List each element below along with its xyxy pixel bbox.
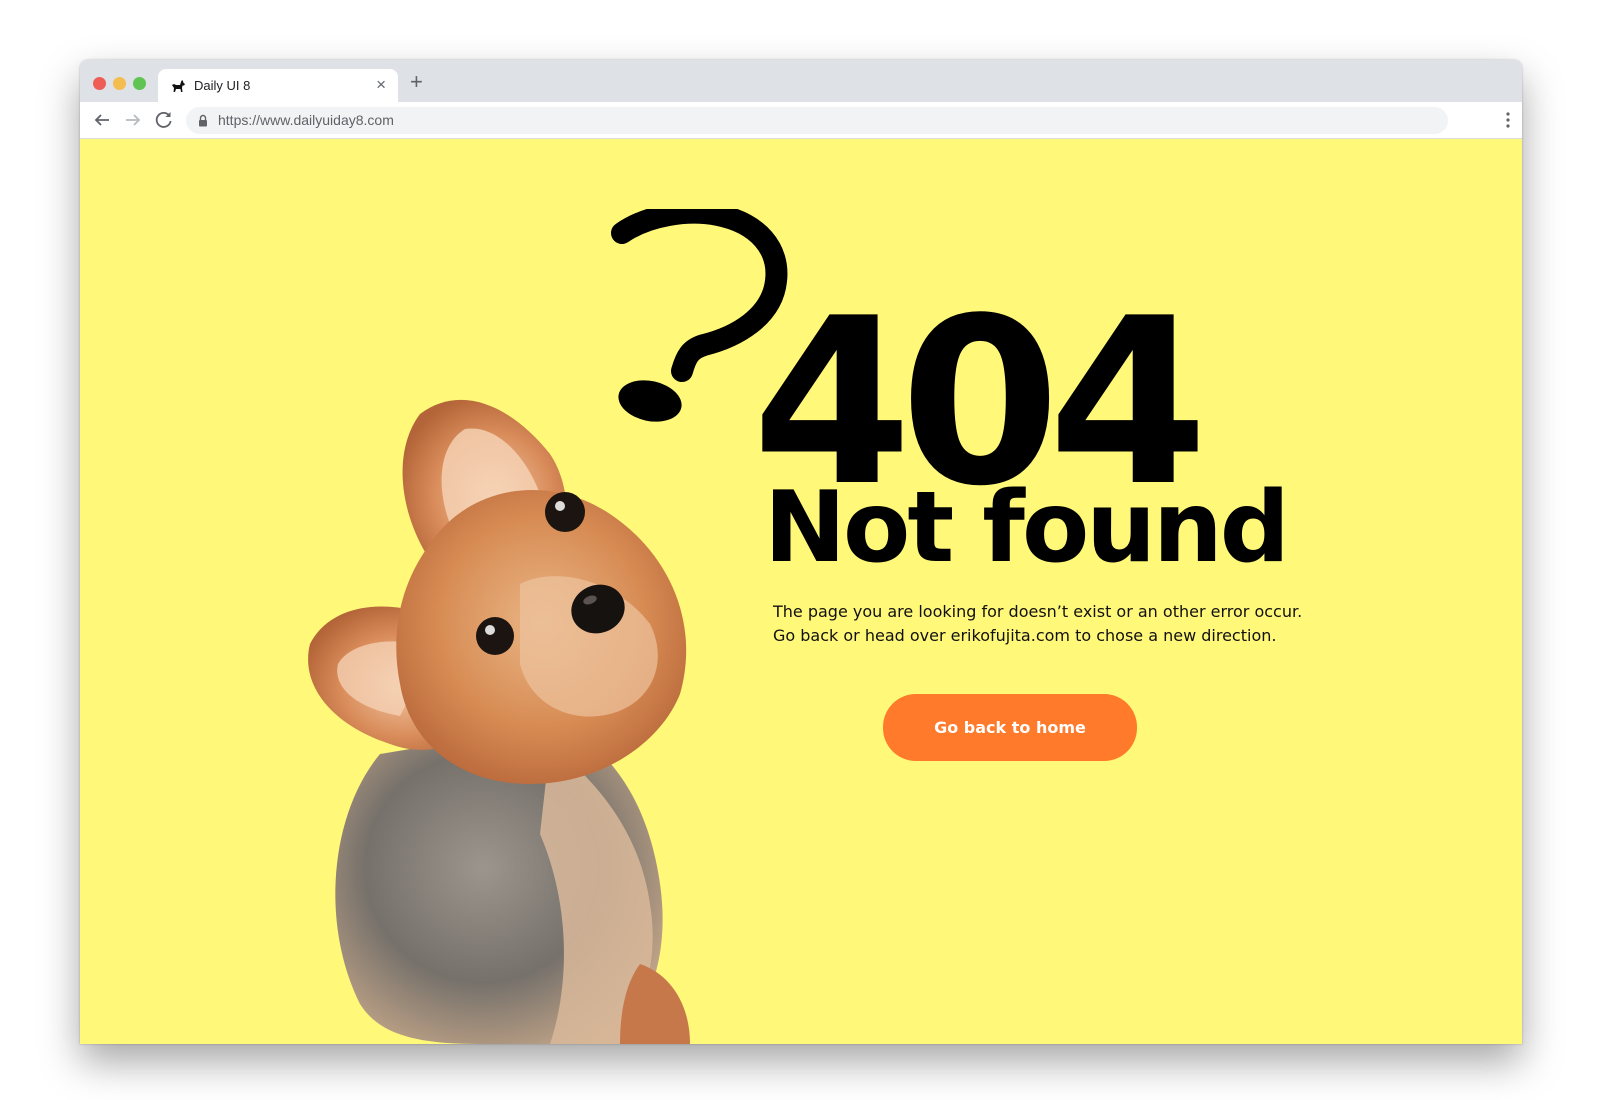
close-window-button[interactable] [93, 77, 106, 90]
lock-icon [199, 114, 207, 127]
arrow-left-icon[interactable] [90, 108, 114, 132]
browser-window: Daily UI 8 × + https://www.dailyuiday8.c… [80, 60, 1522, 1044]
tab-daily-ui-8[interactable]: Daily UI 8 × [158, 69, 398, 102]
url-text: https://www.dailyuiday8.com [218, 112, 394, 128]
dog-icon [172, 80, 185, 92]
message-line: The page you are looking for doesn’t exi… [773, 602, 1303, 621]
error-message: The page you are looking for doesn’t exi… [773, 600, 1333, 648]
reload-icon[interactable] [152, 108, 176, 132]
page-title: Not found [764, 471, 1290, 585]
close-icon[interactable]: × [376, 75, 386, 95]
address-bar[interactable]: https://www.dailyuiday8.com [186, 107, 1448, 134]
dog-illustration [308, 399, 690, 1044]
go-back-home-button[interactable]: Go back to home [883, 694, 1137, 761]
page-viewport: 404 Not found The page you are looking f… [80, 139, 1522, 1044]
minimize-window-button[interactable] [113, 77, 126, 90]
browser-toolbar: https://www.dailyuiday8.com [80, 102, 1522, 139]
tab-title: Daily UI 8 [194, 78, 251, 93]
message-line: Go back or head over erikofujita.com to … [773, 626, 1277, 645]
maximize-window-button[interactable] [133, 77, 146, 90]
kebab-menu-icon[interactable] [1506, 111, 1510, 129]
tab-strip: Daily UI 8 × + [80, 60, 1522, 102]
arrow-right-icon[interactable] [121, 108, 145, 132]
plus-icon[interactable]: + [410, 70, 423, 94]
